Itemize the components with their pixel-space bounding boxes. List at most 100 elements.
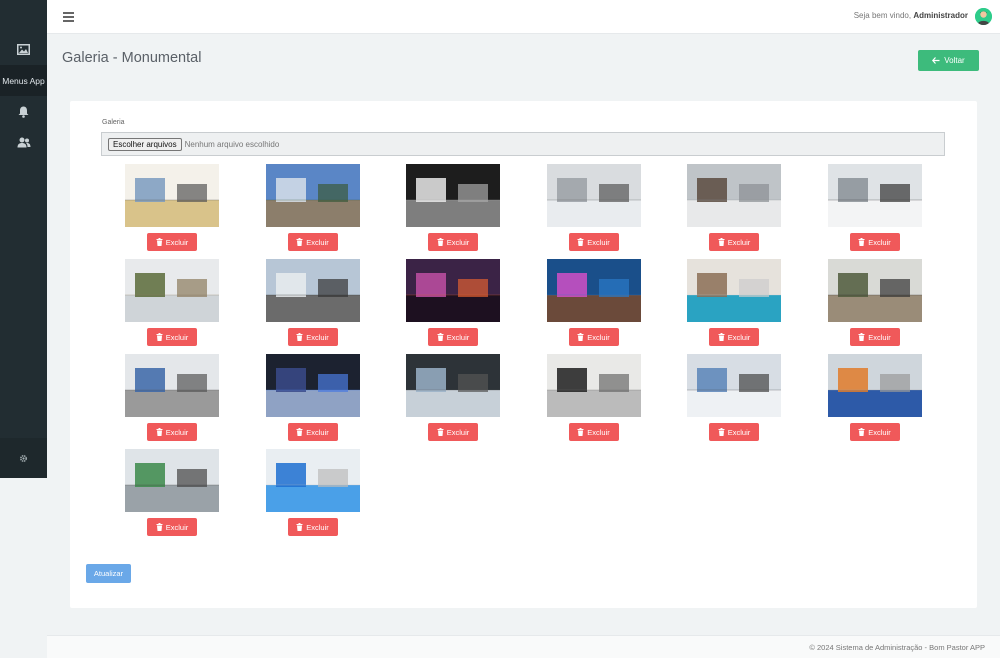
delete-image-button[interactable]: Excluir — [147, 518, 197, 536]
gallery-card: Galeria Escolher arquivos Nenhum arquivo… — [70, 101, 977, 608]
user-avatar-icon — [975, 8, 992, 25]
sidebar-item-users[interactable] — [0, 127, 47, 158]
delete-image-button[interactable]: Excluir — [287, 518, 338, 536]
delete-button-label: Excluir — [446, 237, 470, 247]
avatar[interactable] — [975, 8, 992, 25]
sidebar: Menus App — [0, 0, 47, 478]
delete-image-button[interactable]: Excluir — [147, 423, 197, 441]
trash-icon — [296, 238, 303, 246]
delete-image-button[interactable]: Excluir — [849, 328, 900, 346]
users-icon — [17, 137, 30, 148]
trash-icon — [718, 333, 725, 341]
sidebar-item-notifications[interactable] — [0, 96, 47, 127]
gallery-item: Excluir — [265, 449, 360, 536]
gallery-photo — [827, 259, 922, 322]
delete-image-button[interactable]: Excluir — [147, 328, 197, 346]
user-name[interactable]: Administrador — [913, 11, 968, 20]
back-button[interactable]: Voltar — [918, 50, 979, 71]
gallery-photo — [265, 354, 360, 417]
gallery-photo — [827, 354, 922, 417]
trash-icon — [858, 333, 865, 341]
gallery-photo — [406, 354, 500, 417]
trash-icon — [718, 238, 725, 246]
delete-button-label: Excluir — [306, 427, 329, 437]
sidebar-item-label: Menus App — [2, 75, 45, 86]
trash-icon — [437, 333, 444, 341]
gallery-photo — [406, 164, 500, 227]
trash-icon — [858, 428, 865, 436]
gallery-item: Excluir — [125, 259, 219, 346]
gallery-photo — [265, 164, 360, 227]
trash-icon — [156, 523, 163, 531]
gallery-item: Excluir — [546, 164, 641, 251]
delete-button-label: Excluir — [727, 332, 751, 342]
file-status-text: Nenhum arquivo escolhido — [184, 139, 280, 149]
gallery-item: Excluir — [546, 354, 641, 441]
delete-image-button[interactable]: Excluir — [849, 423, 900, 441]
gallery-item: Excluir — [125, 164, 219, 251]
delete-button-label: Excluir — [587, 427, 610, 437]
sidebar-brand — [0, 0, 47, 34]
gallery-item: Excluir — [687, 354, 781, 441]
delete-button-label: Excluir — [306, 332, 329, 342]
file-input[interactable]: Escolher arquivos Nenhum arquivo escolhi… — [101, 132, 945, 156]
delete-button-label: Excluir — [868, 237, 891, 247]
delete-image-button[interactable]: Excluir — [568, 233, 619, 251]
delete-button-label: Excluir — [446, 427, 470, 437]
gallery-item: Excluir — [546, 259, 641, 346]
gallery-item: Excluir — [687, 164, 781, 251]
delete-button-label: Excluir — [165, 332, 189, 342]
trash-icon — [858, 238, 865, 246]
delete-button-label: Excluir — [306, 522, 329, 532]
back-button-label: Voltar — [944, 56, 965, 65]
delete-image-button[interactable]: Excluir — [428, 233, 478, 251]
delete-image-button[interactable]: Excluir — [287, 328, 338, 346]
delete-button-label: Excluir — [446, 332, 470, 342]
arrow-left-icon — [932, 57, 940, 64]
gallery-item: Excluir — [265, 354, 360, 441]
gear-icon — [20, 454, 27, 462]
sidebar-item-menus-app[interactable]: Menus App — [0, 65, 47, 96]
gallery-photo — [546, 259, 641, 322]
delete-image-button[interactable]: Excluir — [709, 233, 759, 251]
trash-icon — [577, 333, 584, 341]
gallery-item: Excluir — [406, 354, 500, 441]
gallery-item: Excluir — [827, 164, 922, 251]
delete-button-label: Excluir — [165, 522, 189, 532]
delete-button-label: Excluir — [727, 427, 751, 437]
image-icon — [17, 44, 30, 55]
hamburger-menu-icon[interactable] — [63, 12, 74, 24]
gallery-item: Excluir — [265, 259, 360, 346]
delete-image-button[interactable]: Excluir — [849, 233, 900, 251]
delete-image-button[interactable]: Excluir — [287, 233, 338, 251]
delete-image-button[interactable]: Excluir — [709, 423, 759, 441]
sidebar-settings[interactable] — [0, 438, 47, 478]
delete-button-label: Excluir — [868, 427, 891, 437]
delete-image-button[interactable]: Excluir — [568, 328, 619, 346]
delete-image-button[interactable]: Excluir — [428, 423, 478, 441]
gallery-item: Excluir — [687, 259, 781, 346]
bell-icon — [18, 106, 29, 118]
footer: © 2024 Sistema de Administração - Bom Pa… — [47, 635, 1000, 658]
delete-image-button[interactable]: Excluir — [709, 328, 759, 346]
gallery-photo — [125, 164, 219, 227]
delete-button-label: Excluir — [727, 237, 751, 247]
gallery-photo — [125, 354, 219, 417]
sidebar-item-gallery[interactable] — [0, 34, 47, 65]
welcome-text: Seja bem vindo, Administrador — [854, 11, 968, 20]
delete-image-button[interactable]: Excluir — [287, 423, 338, 441]
gallery-photo — [546, 354, 641, 417]
delete-image-button[interactable]: Excluir — [568, 423, 619, 441]
trash-icon — [296, 523, 303, 531]
delete-image-button[interactable]: Excluir — [147, 233, 197, 251]
delete-button-label: Excluir — [587, 237, 610, 247]
gallery-photo — [687, 164, 781, 227]
footer-copyright: © 2024 Sistema de Administração - Bom Pa… — [809, 643, 985, 652]
choose-files-button[interactable]: Escolher arquivos — [108, 137, 182, 151]
delete-button-label: Excluir — [165, 427, 189, 437]
trash-icon — [156, 238, 163, 246]
gallery-photo — [546, 164, 641, 227]
update-button[interactable]: Atualizar — [86, 564, 131, 583]
gallery-item: Excluir — [265, 164, 360, 251]
delete-image-button[interactable]: Excluir — [428, 328, 478, 346]
